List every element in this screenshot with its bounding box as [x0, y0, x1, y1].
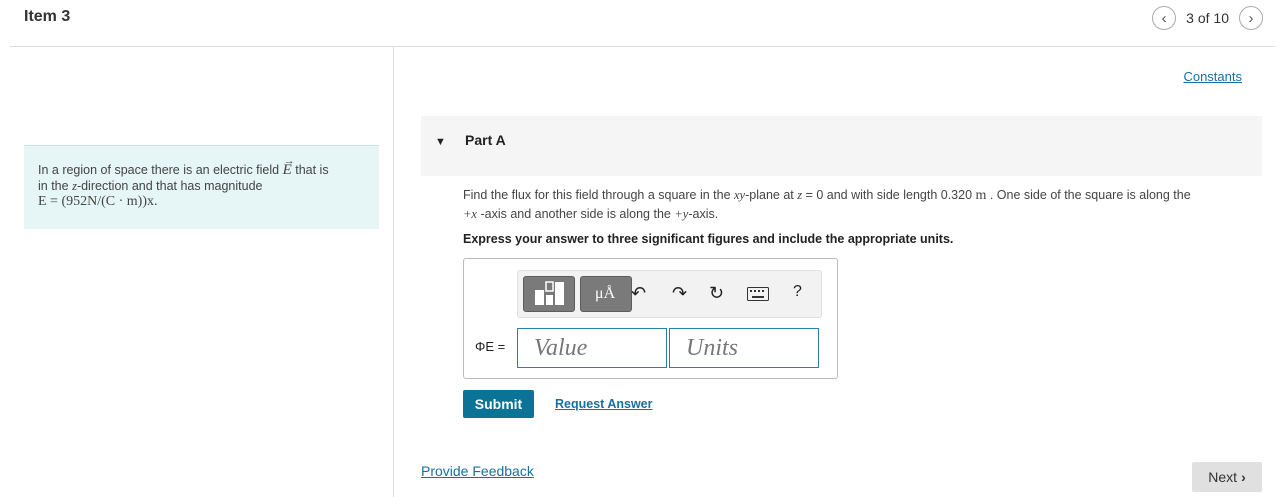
vector-e: → E: [282, 155, 295, 178]
column-divider: [393, 47, 394, 497]
help-icon[interactable]: ?: [793, 283, 802, 301]
context-line-1: In a region of space there is an electri…: [38, 155, 329, 178]
constants-link[interactable]: Constants: [1183, 69, 1242, 84]
chevron-left-icon: ‹: [1161, 9, 1167, 27]
next-button[interactable]: Next ›: [1192, 462, 1262, 492]
instruction-text: Express your answer to three significant…: [463, 232, 954, 246]
units-tool-button[interactable]: μÅ: [580, 276, 632, 312]
question-text: Find the flux for this field through a s…: [463, 188, 1191, 221]
templates-icon: [535, 281, 564, 305]
undo-icon[interactable]: ↶: [631, 283, 646, 304]
part-a-header[interactable]: ▼ Part A: [421, 116, 1262, 176]
part-title: Part A: [465, 132, 506, 148]
problem-context: In a region of space there is an electri…: [24, 145, 379, 229]
value-input[interactable]: Value: [517, 328, 667, 368]
math-toolbar: μÅ ↶ ↷ ↻ ?: [517, 270, 822, 318]
flux-label: ΦE =: [475, 339, 506, 354]
units-input[interactable]: Units: [669, 328, 819, 368]
context-equation: E = (952N/(C · m))x.: [38, 194, 158, 209]
context-line-2: in the z-direction and that has magnitud…: [38, 179, 263, 193]
mu-angstrom-icon: μÅ: [595, 285, 616, 302]
answer-box: μÅ ↶ ↷ ↻ ? ΦE = Value Units: [463, 258, 838, 379]
pager: ‹ 3 of 10 ›: [1152, 6, 1263, 30]
header-divider: [10, 46, 1275, 47]
next-button-label: Next: [1208, 469, 1238, 485]
templates-button[interactable]: [523, 276, 575, 312]
reset-icon[interactable]: ↻: [709, 283, 724, 304]
chevron-right-icon: ›: [1248, 9, 1254, 27]
pager-text: 3 of 10: [1186, 10, 1229, 26]
next-item-button[interactable]: ›: [1239, 6, 1263, 30]
caret-down-icon: ▼: [435, 136, 446, 148]
keyboard-icon[interactable]: [747, 285, 769, 306]
previous-item-button[interactable]: ‹: [1152, 6, 1177, 30]
chevron-right-icon: ›: [1241, 469, 1246, 485]
item-title: Item 3: [24, 8, 71, 25]
submit-button[interactable]: Submit: [463, 390, 534, 418]
request-answer-link[interactable]: Request Answer: [555, 397, 652, 411]
provide-feedback-link[interactable]: Provide Feedback: [421, 463, 534, 479]
redo-icon[interactable]: ↷: [672, 283, 687, 304]
